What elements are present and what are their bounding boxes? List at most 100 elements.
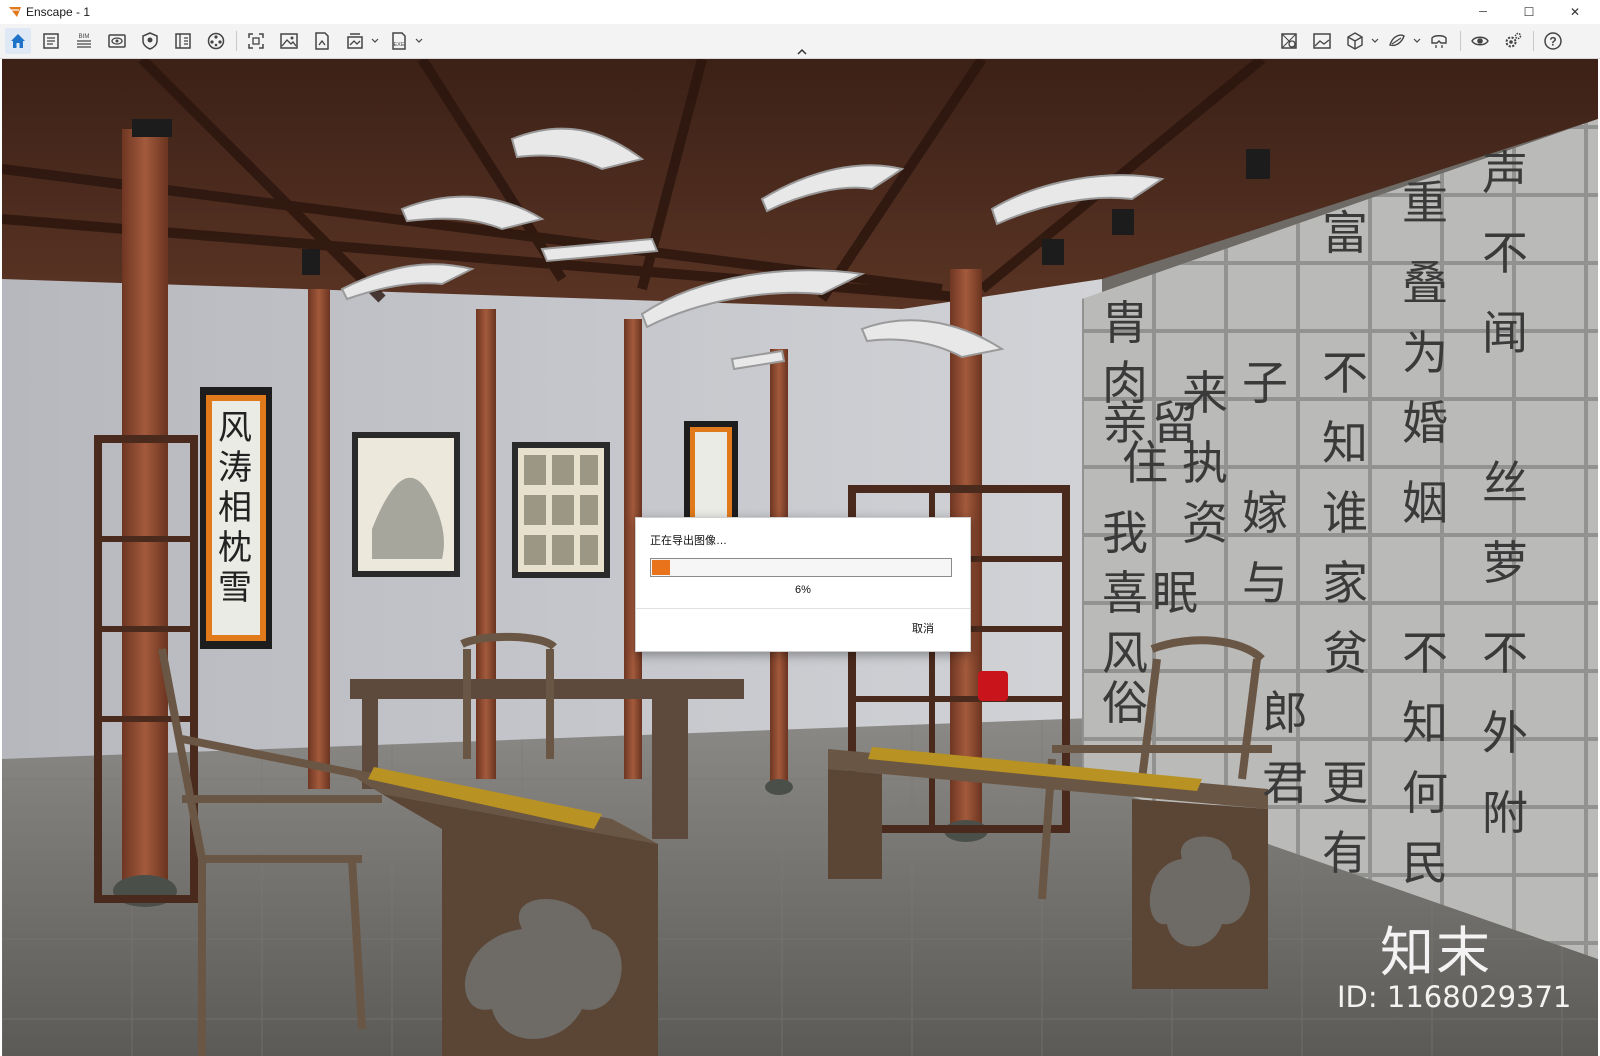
home-icon <box>11 34 25 48</box>
maximize-button[interactable]: ☐ <box>1506 0 1552 24</box>
batch-render-icon <box>347 33 363 49</box>
svg-text:贫: 贫 <box>1322 626 1368 680</box>
svg-text:不: 不 <box>1322 346 1368 400</box>
svg-text:眠: 眠 <box>1152 566 1198 620</box>
svg-text:外: 外 <box>1482 706 1528 760</box>
svg-text:EXE: EXE <box>393 42 404 48</box>
vr-headset-button[interactable] <box>1426 28 1452 54</box>
book-icon <box>175 33 191 49</box>
svg-text:谁: 谁 <box>1322 486 1368 540</box>
svg-text:知: 知 <box>1402 696 1448 750</box>
screenshot-button[interactable] <box>243 28 269 54</box>
svg-text:民: 民 <box>1402 836 1448 890</box>
gallery-button[interactable] <box>1309 28 1335 54</box>
svg-text:涛: 涛 <box>218 448 252 488</box>
chevron-down-icon <box>371 38 379 43</box>
collapse-toolbar-icon[interactable] <box>792 46 812 56</box>
toolbar-separator <box>1460 31 1461 51</box>
home-button[interactable] <box>5 28 31 54</box>
book-button[interactable] <box>170 28 196 54</box>
visual-settings-button[interactable] <box>104 28 130 54</box>
view-button[interactable] <box>1467 28 1493 54</box>
material-dropdown[interactable] <box>1412 28 1422 54</box>
progress-fill <box>652 560 670 575</box>
svg-text:君: 君 <box>1262 756 1308 810</box>
close-button[interactable]: ✕ <box>1552 0 1598 24</box>
batch-render-button[interactable] <box>342 28 368 54</box>
settings-button[interactable] <box>1500 28 1526 54</box>
chevron-down-icon <box>1371 38 1379 43</box>
shield-button[interactable] <box>137 28 163 54</box>
svg-text:富: 富 <box>1322 206 1368 260</box>
film-icon <box>207 32 225 50</box>
exe-export-icon: EXE <box>392 32 406 50</box>
cancel-button[interactable]: 取消 <box>888 616 958 642</box>
material-icon <box>1389 34 1405 47</box>
documents-button[interactable] <box>38 28 64 54</box>
window-title: Enscape - 1 <box>26 5 91 19</box>
cube-icon <box>1347 32 1363 50</box>
exe-export-dropdown[interactable] <box>414 28 424 54</box>
svg-text:雪: 雪 <box>218 568 252 608</box>
svg-text:胄: 胄 <box>1102 296 1148 350</box>
shield-icon <box>142 32 158 50</box>
svg-text:更: 更 <box>1322 756 1368 810</box>
svg-text:相: 相 <box>218 488 252 528</box>
svg-text:不: 不 <box>1482 226 1528 280</box>
svg-text:重: 重 <box>1402 176 1448 230</box>
close-icon: ✕ <box>1569 5 1581 19</box>
settings-icon <box>1505 32 1522 48</box>
maximize-icon: ☐ <box>1523 5 1535 19</box>
svg-text:不: 不 <box>1402 626 1448 680</box>
svg-text:声: 声 <box>1482 146 1528 200</box>
site-context-button[interactable] <box>1276 28 1302 54</box>
svg-text:萝: 萝 <box>1482 536 1528 590</box>
svg-text:附: 附 <box>1482 786 1528 840</box>
export-progress-dialog: 正在导出图像… 6% 取消 <box>635 517 971 652</box>
watermark-logo: 知末 <box>1380 921 1492 984</box>
bim-button[interactable]: BIM <box>71 28 97 54</box>
cube-button[interactable] <box>1342 28 1368 54</box>
svg-text:风: 风 <box>218 408 252 448</box>
svg-text:何: 何 <box>1402 766 1448 820</box>
cube-dropdown[interactable] <box>1370 28 1380 54</box>
vr-headset-icon <box>1431 35 1447 48</box>
svg-text:与: 与 <box>1242 556 1288 610</box>
svg-text:子: 子 <box>1242 356 1288 410</box>
svg-text:不: 不 <box>1482 626 1528 680</box>
svg-text:BIM: BIM <box>79 34 90 40</box>
film-button[interactable] <box>203 28 229 54</box>
documents-icon <box>43 33 59 49</box>
enscape-logo-icon <box>9 7 21 17</box>
svg-text:风: 风 <box>1102 626 1148 680</box>
image-icon <box>280 33 298 49</box>
view-icon <box>1471 36 1489 46</box>
svg-text:闻: 闻 <box>1482 306 1528 360</box>
help-icon: ? <box>1544 32 1562 50</box>
visual-settings-icon <box>108 34 126 48</box>
chevron-down-icon <box>1413 38 1421 43</box>
render-viewport[interactable]: 风涛相枕雪 富重声 不叠 闻 为 不 婚 知 子 来 执 住 姻 丝 谁 嫁 资… <box>2 59 1598 1056</box>
svg-text:叠: 叠 <box>1402 256 1448 310</box>
svg-text:资: 资 <box>1182 496 1228 550</box>
svg-text:我: 我 <box>1102 506 1148 560</box>
svg-text:俗: 俗 <box>1102 676 1148 730</box>
material-button[interactable] <box>1384 28 1410 54</box>
svg-text:留: 留 <box>1152 396 1198 450</box>
help-button[interactable]: ? <box>1540 28 1566 54</box>
screenshot-icon <box>248 33 264 49</box>
svg-text:喜: 喜 <box>1102 566 1148 620</box>
export-image-button[interactable] <box>309 28 335 54</box>
minimize-icon: ─ <box>1479 6 1487 18</box>
image-button[interactable] <box>276 28 302 54</box>
svg-text:?: ? <box>1549 35 1556 49</box>
svg-text:为: 为 <box>1402 326 1448 380</box>
svg-text:家: 家 <box>1322 556 1368 610</box>
minimize-button[interactable]: ─ <box>1460 0 1506 24</box>
batch-render-dropdown[interactable] <box>370 28 380 54</box>
svg-text:枕: 枕 <box>218 528 252 568</box>
exe-export-button[interactable]: EXE <box>386 28 412 54</box>
chevron-down-icon <box>415 38 423 43</box>
toolbar-separator <box>236 31 237 51</box>
export-progress-bar <box>650 558 952 577</box>
